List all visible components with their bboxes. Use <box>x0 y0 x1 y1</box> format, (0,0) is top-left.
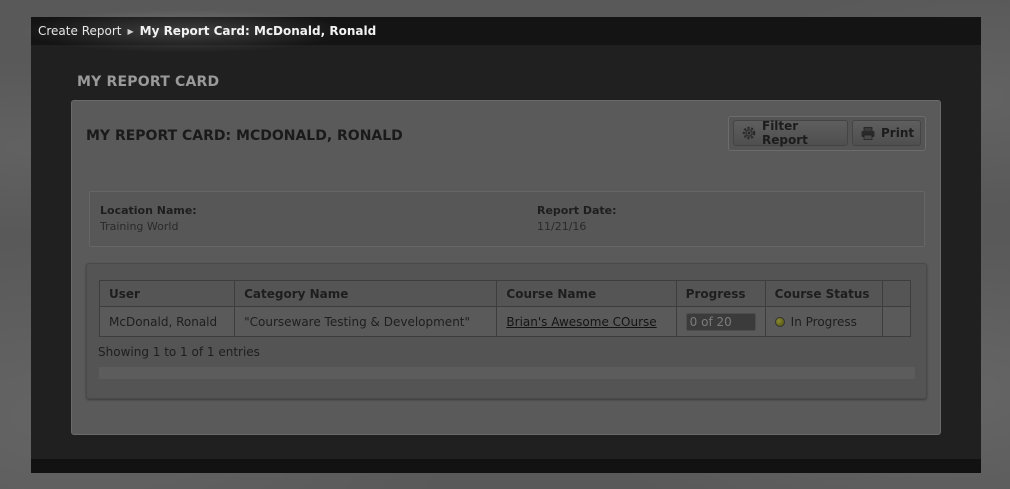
location-label: Location Name: <box>100 204 197 217</box>
report-info: Location Name: Training World Report Dat… <box>89 191 925 247</box>
breadcrumb: Create Report ▶ My Report Card: McDonald… <box>19 9 981 53</box>
column-header-progress[interactable]: Progress <box>675 280 766 307</box>
column-header-blank <box>882 280 911 307</box>
course-link[interactable]: Brian's Awesome COurse <box>506 315 656 329</box>
entries-info: Showing 1 to 1 of 1 entries <box>98 345 260 359</box>
report-table: User Category Name Course Name Progress … <box>98 280 911 337</box>
filter-report-button[interactable]: Filter Report <box>733 119 848 147</box>
cell-course: Brian's Awesome COurse <box>496 306 677 337</box>
column-header-status[interactable]: Course Status <box>764 280 884 307</box>
location-value: Training World <box>100 220 179 233</box>
report-panel: MY REPORT CARD: MCDONALD, RONALD Filter … <box>71 100 941 435</box>
progress-indicator: 0 of 20 <box>685 312 756 331</box>
page-title: MY REPORT CARD <box>77 74 220 90</box>
printer-icon <box>861 126 875 140</box>
column-header-category[interactable]: Category Name <box>234 280 498 307</box>
breadcrumb-current: My Report Card: McDonald, Ronald <box>139 24 377 38</box>
gear-icon <box>742 126 756 140</box>
cell-category: "Courseware Testing & Development" <box>234 306 498 337</box>
report-title: MY REPORT CARD: MCDONALD, RONALD <box>86 128 403 144</box>
cell-status: In Progress <box>764 306 884 337</box>
cell-blank <box>882 306 911 337</box>
status-label: In Progress <box>790 314 857 329</box>
cell-user: McDonald, Ronald <box>98 306 236 337</box>
report-table-container: User Category Name Course Name Progress … <box>86 263 927 399</box>
report-date-value: 11/21/16 <box>537 220 587 233</box>
table-row: McDonald, Ronald "Courseware Testing & D… <box>98 306 911 337</box>
report-window: Create Report ▶ My Report Card: McDonald… <box>19 9 981 473</box>
horizontal-scrollbar[interactable] <box>99 367 915 379</box>
status-dot-icon <box>774 316 785 327</box>
report-date-label: Report Date: <box>537 204 617 217</box>
table-header-row: User Category Name Course Name Progress … <box>98 280 911 307</box>
print-button[interactable]: Print <box>852 120 921 146</box>
breadcrumb-create-report[interactable]: Create Report <box>38 24 121 38</box>
column-header-course[interactable]: Course Name <box>496 280 677 307</box>
caret-right-icon: ▶ <box>127 26 134 36</box>
filter-report-label: Filter Report <box>762 119 808 147</box>
column-header-user[interactable]: User <box>98 280 236 307</box>
window-footer <box>31 459 981 473</box>
print-label: Print <box>881 126 915 140</box>
report-actions: Filter Report Print <box>728 116 926 151</box>
cell-progress: 0 of 20 <box>675 306 766 337</box>
